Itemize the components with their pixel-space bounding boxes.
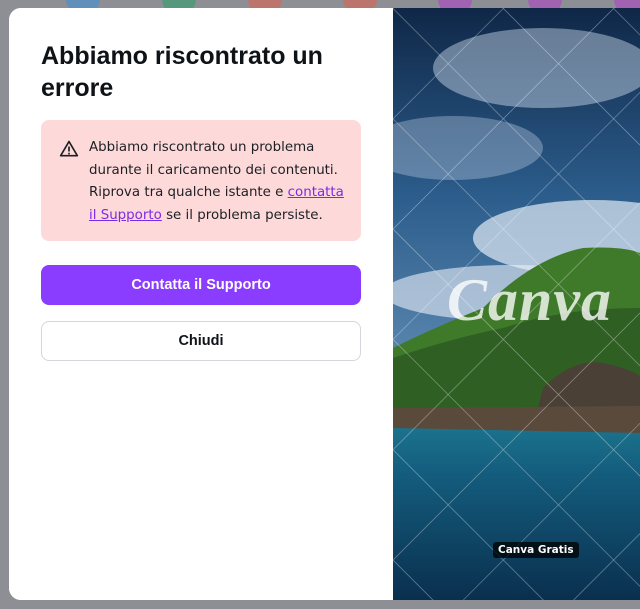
preview-image-panel: Canva Canva Gratis: [393, 8, 640, 600]
warning-icon: [59, 140, 79, 157]
canva-watermark: Canva: [447, 267, 613, 333]
contact-support-button[interactable]: Contatta il Supporto: [41, 265, 361, 305]
close-button[interactable]: Chiudi: [41, 321, 361, 361]
error-dialog: Abbiamo riscontrato un errore Abbiamo ri…: [9, 8, 640, 600]
canva-free-badge: Canva Gratis: [493, 542, 579, 558]
alert-text-after: se il problema persiste.: [161, 207, 323, 223]
error-alert: Abbiamo riscontrato un problema durante …: [41, 120, 361, 241]
dialog-title: Abbiamo riscontrato un errore: [41, 42, 323, 102]
dialog-content-panel: Abbiamo riscontrato un errore Abbiamo ri…: [9, 8, 393, 600]
alert-message: Abbiamo riscontrato un problema durante …: [89, 137, 345, 227]
